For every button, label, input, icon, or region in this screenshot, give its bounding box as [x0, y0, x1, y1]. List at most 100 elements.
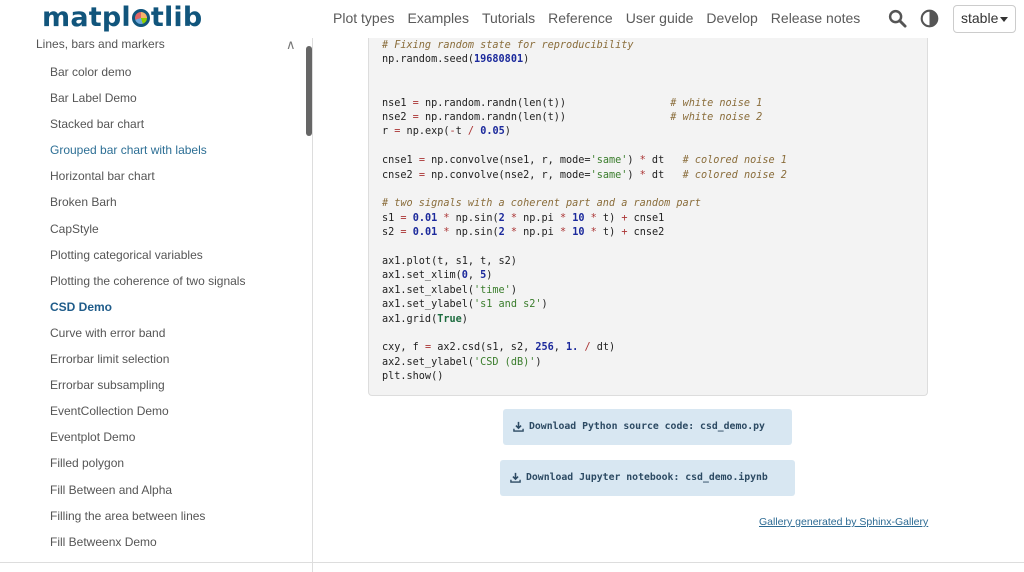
sidebar-list: Bar color demo Bar Label Demo Stacked bar … — [50, 65, 245, 561]
sidebar-item[interactable]: Grouped bar chart with labels — [50, 143, 245, 169]
sidebar-nav: Lines, bars and markers ∧ Bar color demo… — [0, 38, 313, 572]
nav-examples[interactable]: Examples — [407, 10, 468, 26]
code-token: t) — [596, 227, 622, 239]
matplotlib-logo[interactable]: matpl tlib — [42, 2, 202, 33]
code-token: 10 — [572, 212, 585, 224]
code-token: 0.05 — [480, 126, 505, 138]
sidebar-section-heading[interactable]: Lines, bars and markers — [36, 38, 165, 51]
code-token: dt) — [590, 342, 616, 354]
sidebar-item[interactable]: Fill Betweenx Demo — [50, 535, 245, 561]
code-token: cnse2 — [382, 169, 419, 181]
code-line: plt.show() — [382, 370, 443, 384]
sidebar-item[interactable]: Horizontal bar chart — [50, 169, 245, 195]
code-token: 0.01 — [412, 212, 438, 224]
code-line: ax1.set_ylabel('s1 and s2') — [382, 298, 548, 312]
code-token: # white noise 2 — [670, 112, 763, 123]
sidebar-scrollbar-thumb[interactable] — [306, 46, 312, 136]
code-token: ax1.set_ylabel( — [382, 299, 475, 311]
code-token: ax1.set_xlabel( — [382, 284, 475, 296]
download-notebook-button[interactable]: Download Jupyter notebook: csd_demo.ipyn… — [500, 460, 795, 496]
code-token: 'CSD (dB)' — [474, 356, 536, 368]
code-token: np.random.seed( — [382, 54, 475, 66]
code-token: ) — [504, 126, 511, 138]
sidebar-item[interactable]: Broken Barh — [50, 195, 245, 221]
sidebar-item[interactable]: Plotting categorical variables — [50, 248, 245, 274]
chevron-up-icon[interactable]: ∧ — [286, 38, 296, 53]
download-python-button[interactable]: Download Python source code: csd_demo.py — [503, 409, 792, 445]
sidebar-item[interactable]: Bar color demo — [50, 65, 245, 91]
code-token: np.random.randn(len(t)) — [418, 112, 671, 123]
code-token: np.sin( — [449, 212, 499, 224]
theme-toggle-icon[interactable] — [920, 9, 939, 28]
top-navbar: matpl tlib Plot types Examples Tutorials … — [0, 0, 1024, 38]
code-token: t — [455, 126, 468, 138]
code-token: ax2.set_ylabel( — [382, 356, 475, 368]
nav-reference[interactable]: Reference — [548, 10, 613, 26]
nav-plot-types[interactable]: Plot types — [333, 10, 394, 26]
code-token: 256 — [535, 342, 554, 354]
sidebar-item[interactable]: Stacked bar chart — [50, 117, 245, 143]
code-token: dt — [645, 155, 683, 167]
code-line: # two signals with a coherent part and a… — [382, 197, 701, 211]
code-token: 1. — [566, 342, 579, 354]
code-token: ax1.plot(t, s1, t, s2) — [382, 256, 517, 267]
code-token: dt — [645, 169, 683, 181]
logo-text-start: matpl — [42, 2, 131, 33]
sphinx-gallery-link[interactable]: Gallery generated by Sphinx-Gallery — [759, 516, 928, 528]
sidebar-item[interactable]: Plotting the coherence of two signals — [50, 274, 245, 300]
sidebar-item[interactable]: Eventplot Demo — [50, 430, 245, 456]
version-switcher-button[interactable]: stable — [953, 5, 1016, 33]
code-token: 19680801 — [474, 54, 524, 66]
sidebar-item[interactable]: Fill Between and Alpha — [50, 483, 245, 509]
code-token: r — [382, 126, 395, 138]
code-line: ax1.plot(t, s1, t, s2) — [382, 255, 517, 269]
download-icon — [510, 472, 521, 483]
code-token: ) — [510, 284, 517, 296]
code-token: 'same' — [590, 169, 628, 181]
code-token: ) — [627, 169, 640, 181]
code-token: 0.01 — [412, 227, 438, 239]
code-token: cxy, f — [382, 342, 425, 354]
code-token: np.sin( — [449, 227, 499, 239]
sidebar-item[interactable]: CSD Demo — [50, 300, 245, 326]
code-token: ) — [486, 270, 493, 282]
code-token: # colored noise 1 — [682, 155, 787, 167]
code-line: cnse2 = np.convolve(nse2, r, mode='same'… — [382, 169, 787, 183]
nav-user-guide[interactable]: User guide — [626, 10, 694, 26]
sidebar-item[interactable]: CapStyle — [50, 222, 245, 248]
sidebar-item[interactable]: Curve with error band — [50, 326, 245, 352]
code-line: nse1 = np.random.randn(len(t)) # white n… — [382, 97, 762, 111]
sidebar-item[interactable]: EventCollection Demo — [50, 404, 245, 430]
code-token: np.pi — [517, 212, 560, 224]
code-token: np.pi — [517, 227, 560, 239]
code-token: cnse2 — [627, 227, 665, 239]
code-block: # Fixing random state for reproducibilit… — [368, 38, 928, 396]
code-token: True — [437, 313, 462, 325]
nav-release-notes[interactable]: Release notes — [771, 10, 861, 26]
code-line: # Fixing random state for reproducibilit… — [382, 39, 633, 53]
code-line: cxy, f = ax2.csd(s1, s2, 256, 1. / dt) — [382, 341, 615, 355]
code-token: np.convolve(nse2, r, mode= — [424, 169, 591, 181]
code-line: cnse1 = np.convolve(nse1, r, mode='same'… — [382, 154, 787, 168]
sidebar-item[interactable]: Errorbar subsampling — [50, 378, 245, 404]
sidebar-item[interactable]: Bar Label Demo — [50, 91, 245, 117]
code-token: ) — [535, 356, 542, 368]
sidebar-item[interactable]: Errorbar limit selection — [50, 352, 245, 378]
nav-tutorials[interactable]: Tutorials — [482, 10, 535, 26]
sidebar-item[interactable]: Filling the area between lines — [50, 509, 245, 535]
code-token: ) — [523, 54, 530, 66]
code-token: ax1.grid( — [382, 313, 438, 325]
code-token: np.exp( — [400, 126, 450, 138]
code-token: 10 — [572, 227, 585, 239]
nav-develop[interactable]: Develop — [706, 10, 757, 26]
download-notebook-label: Download Jupyter notebook: csd_demo.ipyn… — [526, 472, 768, 483]
code-token: cnse1 — [627, 212, 665, 224]
code-line: s2 = 0.01 * np.sin(2 * np.pi * 10 * t) +… — [382, 226, 664, 240]
main-nav: Plot types Examples Tutorials Reference … — [333, 10, 873, 26]
code-token: s2 — [382, 227, 401, 239]
sidebar-item[interactable]: Filled polygon — [50, 456, 245, 482]
code-line: r = np.exp(-t / 0.05) — [382, 125, 511, 139]
divider — [0, 562, 1024, 563]
search-icon[interactable] — [888, 9, 907, 28]
code-token: nse1 — [382, 97, 413, 109]
